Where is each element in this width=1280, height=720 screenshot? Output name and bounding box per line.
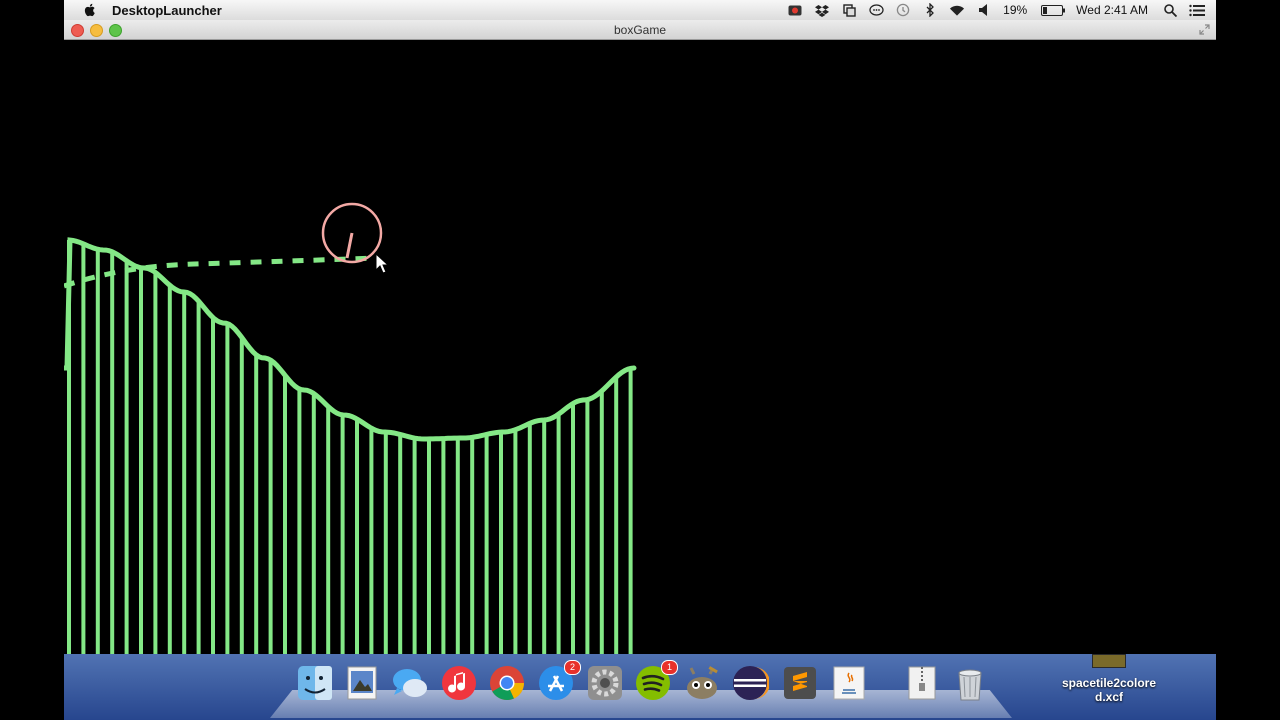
window-title-bar[interactable]: boxGame [64,20,1216,40]
apple-icon[interactable] [82,2,98,18]
app-name-menu[interactable]: DesktopLauncher [112,3,222,18]
dock-eclipse[interactable] [731,664,770,702]
battery-icon[interactable] [1041,3,1066,17]
ball [321,202,383,264]
status-menus: 19% Wed 2:41 AM [787,0,1216,20]
itunes-icon [442,666,476,700]
bluetooth-icon[interactable] [922,3,938,17]
dock-trash[interactable] [951,664,989,702]
dock-archive[interactable] [903,664,941,702]
finder-icon [298,666,332,700]
volume-icon[interactable] [976,3,992,17]
menu-clock[interactable]: Wed 2:41 AM [1076,3,1148,17]
mouse-cursor [375,252,390,274]
screen-record-icon[interactable] [787,3,803,17]
desktop-file-name-line1: spacetile2colore [1061,676,1157,690]
window-title: boxGame [613,23,667,37]
app-store-badge: 2 [564,660,581,675]
battery-percentage[interactable]: 19% [1003,3,1027,17]
time-machine-icon[interactable] [895,3,911,17]
dock-app-store[interactable]: 2 [537,660,581,702]
chat-bubble-icon[interactable] [868,3,884,17]
xcf-file-icon [1092,654,1126,668]
gimp-icon [687,666,718,699]
spotify-badge: 1 [661,660,678,675]
menu-bar: DesktopLauncher 19% Wed 2:41 AM [64,0,1216,21]
fullscreen-icon[interactable] [1199,24,1210,35]
desktop-file[interactable]: spacetile2colore d.xcf [1044,654,1174,704]
messages-icon [393,669,427,697]
dock-preview[interactable] [343,664,381,702]
preview-icon [347,666,377,700]
desktop-file-name-line2: d.xcf [1094,690,1123,704]
wifi-icon[interactable] [949,3,965,17]
terrain-surface [64,237,637,442]
terrain-bars [67,240,633,654]
dock-sublime-text[interactable] [781,664,819,702]
game-canvas[interactable] [64,40,1216,654]
spotlight-search-icon[interactable] [1162,3,1178,17]
java-icon [833,666,865,700]
trash-icon [958,669,982,701]
dock-spotify[interactable]: 1 [634,660,678,702]
gear-icon [588,666,622,700]
copy-windows-icon[interactable] [841,3,857,17]
sublime-icon [784,667,816,699]
dock-itunes[interactable] [440,664,478,702]
dock-gimp[interactable] [683,664,721,702]
dock-system-preferences[interactable] [586,664,624,702]
dock-chrome[interactable] [488,664,526,702]
dock-finder[interactable] [296,664,334,702]
screen: DesktopLauncher 19% Wed 2:41 AM boxGame … [64,0,1216,720]
zip-icon [908,666,936,700]
chrome-icon [490,666,524,700]
notification-center-icon[interactable] [1189,3,1205,17]
dropbox-icon[interactable] [814,3,830,17]
dock-messages[interactable] [391,664,429,702]
eclipse-icon [733,666,770,700]
stage: DesktopLauncher 19% Wed 2:41 AM boxGame … [0,0,1280,720]
dock-java[interactable] [830,664,868,702]
